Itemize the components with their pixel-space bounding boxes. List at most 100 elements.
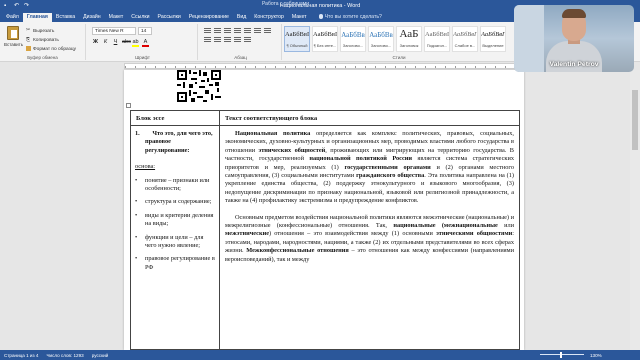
word-count[interactable]: Число слов: 1293 (46, 353, 83, 358)
numbering-icon[interactable] (214, 28, 221, 34)
tab-layout[interactable]: Макет (105, 13, 128, 22)
align-center-icon[interactable] (204, 37, 211, 43)
tab-mailings[interactable]: Рассылки (154, 13, 185, 22)
term-bold: Межконфессиональные отношения (246, 247, 349, 255)
line-spacing-icon[interactable] (234, 37, 241, 43)
essay-table: Блок эссе Текст соответствующего блока 1… (130, 110, 520, 350)
tab-design[interactable]: Дизайн (79, 13, 104, 22)
style-sample: АаБбВвГг (481, 31, 505, 38)
style-sample: АаБбВв (341, 31, 365, 39)
language-indicator[interactable]: русский (92, 353, 108, 358)
style-heading-2[interactable]: АаБбВв Заголово... (368, 26, 394, 52)
tab-table-layout[interactable]: Макет (288, 13, 311, 22)
bullet-icon: • (135, 176, 138, 184)
justify-icon[interactable] (224, 37, 231, 43)
tab-insert[interactable]: Вставка (52, 13, 79, 22)
term-bold: гражданского общества (356, 172, 425, 180)
style-sample: АаБбВвГг (453, 31, 477, 38)
clipboard-icon (7, 26, 19, 40)
zoom-slider-knob[interactable] (560, 352, 562, 358)
copy-label: Копировать (33, 37, 59, 43)
format-painter-button[interactable]: Формат по образцу (26, 46, 76, 52)
cut-label: Вырезать (33, 28, 55, 34)
style-name: ¶ Без инте... (313, 43, 337, 48)
style-heading-1[interactable]: АаБбВв Заголово... (340, 26, 366, 52)
document-page[interactable]: Блок эссе Текст соответствующего блока 1… (124, 70, 524, 350)
tab-references[interactable]: Ссылки (127, 13, 153, 22)
paragraph-tools (204, 28, 276, 43)
redo-icon[interactable]: ↷ (24, 3, 30, 9)
font-group-label: Шрифт (135, 55, 150, 60)
zoom-level[interactable]: 130% (590, 353, 602, 358)
list-item: • функции и цели – для чего нужно явление… (135, 234, 215, 251)
underline-button[interactable]: Ч (112, 39, 119, 47)
cut-button[interactable]: ✂ Вырезать (26, 28, 54, 34)
paste-button[interactable]: Вставить (4, 26, 24, 50)
align-right-icon[interactable] (214, 37, 221, 43)
decrease-indent-icon[interactable] (234, 28, 241, 34)
text-run: ) отношения – это взаимодействия между (… (269, 230, 437, 238)
essay-text-cell[interactable]: Национальная политика определяется как к… (220, 126, 519, 350)
style-sample: АаБбВвГг, (285, 31, 309, 38)
style-subtle-emphasis[interactable]: АаБбВвГг Слабое в... (452, 26, 478, 52)
bullet-icon: • (135, 198, 138, 206)
page-count[interactable]: Страница 1 из 4 (4, 353, 38, 358)
undo-icon[interactable]: ↶ (14, 3, 20, 9)
term-bold: межэтнические (225, 230, 269, 238)
copy-button[interactable]: ⎘ Копировать (26, 37, 59, 43)
multilevel-list-icon[interactable] (224, 28, 231, 34)
tab-table-design[interactable]: Конструктор (250, 13, 288, 22)
vertical-scrollbar[interactable] (630, 70, 640, 350)
styles-gallery: АаБбВвГг, ¶ Обычный АаБбВвГг, ¶ Без инте..… (284, 26, 506, 52)
essay-block-cell[interactable]: 1. Что это, для чего это, правовое регул… (131, 126, 220, 350)
font-name-select[interactable]: Times New R (92, 27, 136, 35)
table-move-handle-icon[interactable] (126, 103, 131, 108)
list-item: • понятие – признаки или особенности; (135, 177, 215, 194)
style-name: Заголовок (399, 43, 419, 48)
italic-button[interactable]: К (102, 39, 109, 47)
list-item-text: правовое регулирование в РФ (145, 255, 215, 271)
font-color-icon[interactable]: А (142, 39, 149, 47)
scrollbar-thumb[interactable] (632, 90, 638, 150)
presenter-hair (562, 9, 586, 18)
save-icon[interactable]: ▪ (4, 3, 10, 9)
highlight-icon[interactable]: ab (132, 39, 139, 47)
format-buttons: Ж К Ч abc ab А (92, 39, 149, 47)
ruler-track[interactable] (124, 63, 524, 69)
tab-file[interactable]: Файл (2, 13, 23, 22)
borders-icon[interactable] (244, 37, 251, 43)
font-size-select[interactable]: 14 (138, 27, 152, 35)
list-item: • виды и критерии деления на виды; (135, 212, 215, 229)
copy-icon: ⎘ (26, 38, 30, 43)
align-left-icon[interactable] (264, 28, 271, 34)
tab-review[interactable]: Рецензирование (185, 13, 233, 22)
tell-me-box[interactable]: Что вы хотите сделать? (315, 13, 386, 22)
clipboard-group-label: Буфер обмена (27, 55, 58, 60)
paragraph-national-policy: Национальная политика определяется как к… (225, 130, 514, 206)
style-title[interactable]: АаБ Заголовок (396, 26, 422, 52)
style-emphasis[interactable]: АаБбВвГг Выделение (480, 26, 506, 52)
paste-label: Вставить (4, 42, 24, 47)
list-item: • структура и содержание; (135, 198, 215, 206)
increase-indent-icon[interactable] (244, 28, 251, 34)
style-name: Слабое в... (454, 43, 476, 48)
scissors-icon: ✂ (26, 28, 31, 33)
tab-home[interactable]: Главная (22, 13, 52, 22)
bullets-icon[interactable] (204, 28, 211, 34)
list-item-text: виды и критерии деления на виды; (145, 211, 214, 228)
tab-view[interactable]: Вид (233, 13, 250, 22)
strikethrough-button[interactable]: abc (122, 39, 131, 47)
list-item: • правовое регулирование в РФ (135, 255, 215, 272)
style-sample: АаБбВвГ (425, 31, 449, 38)
webcam-overlay: Valentin Petrov (514, 5, 634, 72)
style-subtitle[interactable]: АаБбВвГ Подзагол... (424, 26, 450, 52)
zoom-slider[interactable] (540, 354, 584, 355)
style-sample: АаБбВвГг, (313, 31, 337, 38)
style-no-spacing[interactable]: АаБбВвГг, ¶ Без инте... (312, 26, 338, 52)
term-bold: этнических общностей (258, 146, 326, 154)
bold-button[interactable]: Ж (92, 39, 99, 47)
bullet-icon: • (135, 211, 138, 219)
sort-icon[interactable] (254, 28, 261, 34)
style-name: Подзагол... (426, 43, 448, 48)
style-normal[interactable]: АаБбВвГг, ¶ Обычный (284, 26, 310, 52)
